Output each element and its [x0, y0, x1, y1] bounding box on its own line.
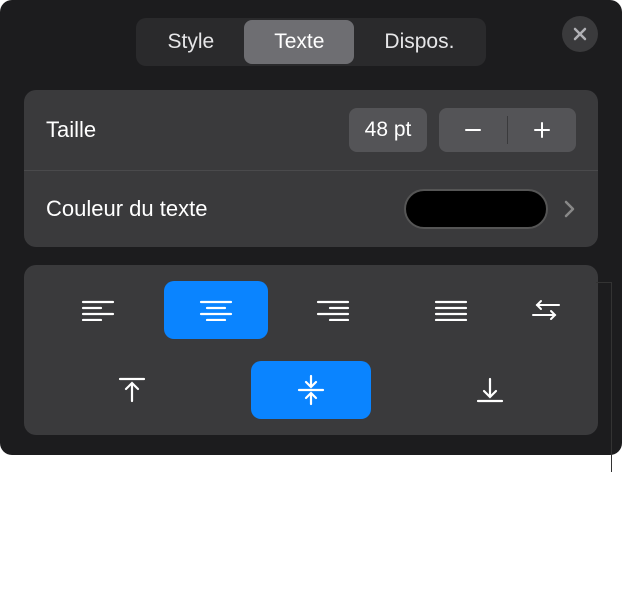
valign-middle-icon [296, 374, 326, 406]
tab-text[interactable]: Texte [244, 20, 354, 64]
text-color-label: Couleur du texte [46, 196, 207, 222]
size-decrease-button[interactable] [439, 108, 507, 152]
align-center-button[interactable] [164, 281, 268, 339]
align-right-icon [316, 299, 350, 321]
text-color-row[interactable]: Couleur du texte [24, 170, 598, 247]
size-stepper [439, 108, 576, 152]
align-right-button[interactable] [281, 281, 385, 339]
valign-top-button[interactable] [72, 361, 192, 419]
panel-header: Style Texte Dispos. [0, 0, 622, 90]
align-justify-button[interactable] [399, 281, 503, 339]
minus-icon [463, 120, 483, 140]
tab-segmented-control: Style Texte Dispos. [136, 18, 487, 66]
tab-layout[interactable]: Dispos. [354, 20, 484, 64]
size-increase-button[interactable] [508, 108, 576, 152]
text-color-swatch[interactable] [404, 189, 548, 229]
chevron-right-icon [564, 199, 576, 219]
horizontal-alignment-row [46, 281, 576, 339]
size-row: Taille 48 pt [24, 90, 598, 170]
plus-icon [532, 120, 552, 140]
callout-line [611, 282, 612, 472]
size-label: Taille [46, 117, 96, 143]
valign-top-icon [117, 375, 147, 405]
valign-bottom-button[interactable] [430, 361, 550, 419]
vertical-alignment-row [46, 361, 576, 419]
size-controls: 48 pt [349, 108, 576, 152]
align-justify-icon [434, 299, 468, 321]
callout-tick [596, 282, 612, 283]
close-icon [572, 26, 588, 42]
alignment-card [24, 265, 598, 435]
align-left-icon [81, 299, 115, 321]
close-button[interactable] [562, 16, 598, 52]
text-direction-icon [531, 298, 561, 322]
size-value-field[interactable]: 48 pt [349, 108, 427, 152]
valign-bottom-icon [475, 375, 505, 405]
align-center-icon [199, 299, 233, 321]
text-properties-card: Taille 48 pt Couleur du texte [24, 90, 598, 247]
format-panel: Style Texte Dispos. Taille 48 pt [0, 0, 622, 455]
tab-style[interactable]: Style [138, 20, 245, 64]
text-direction-button[interactable] [516, 281, 576, 339]
align-left-button[interactable] [46, 281, 150, 339]
valign-middle-button[interactable] [251, 361, 371, 419]
